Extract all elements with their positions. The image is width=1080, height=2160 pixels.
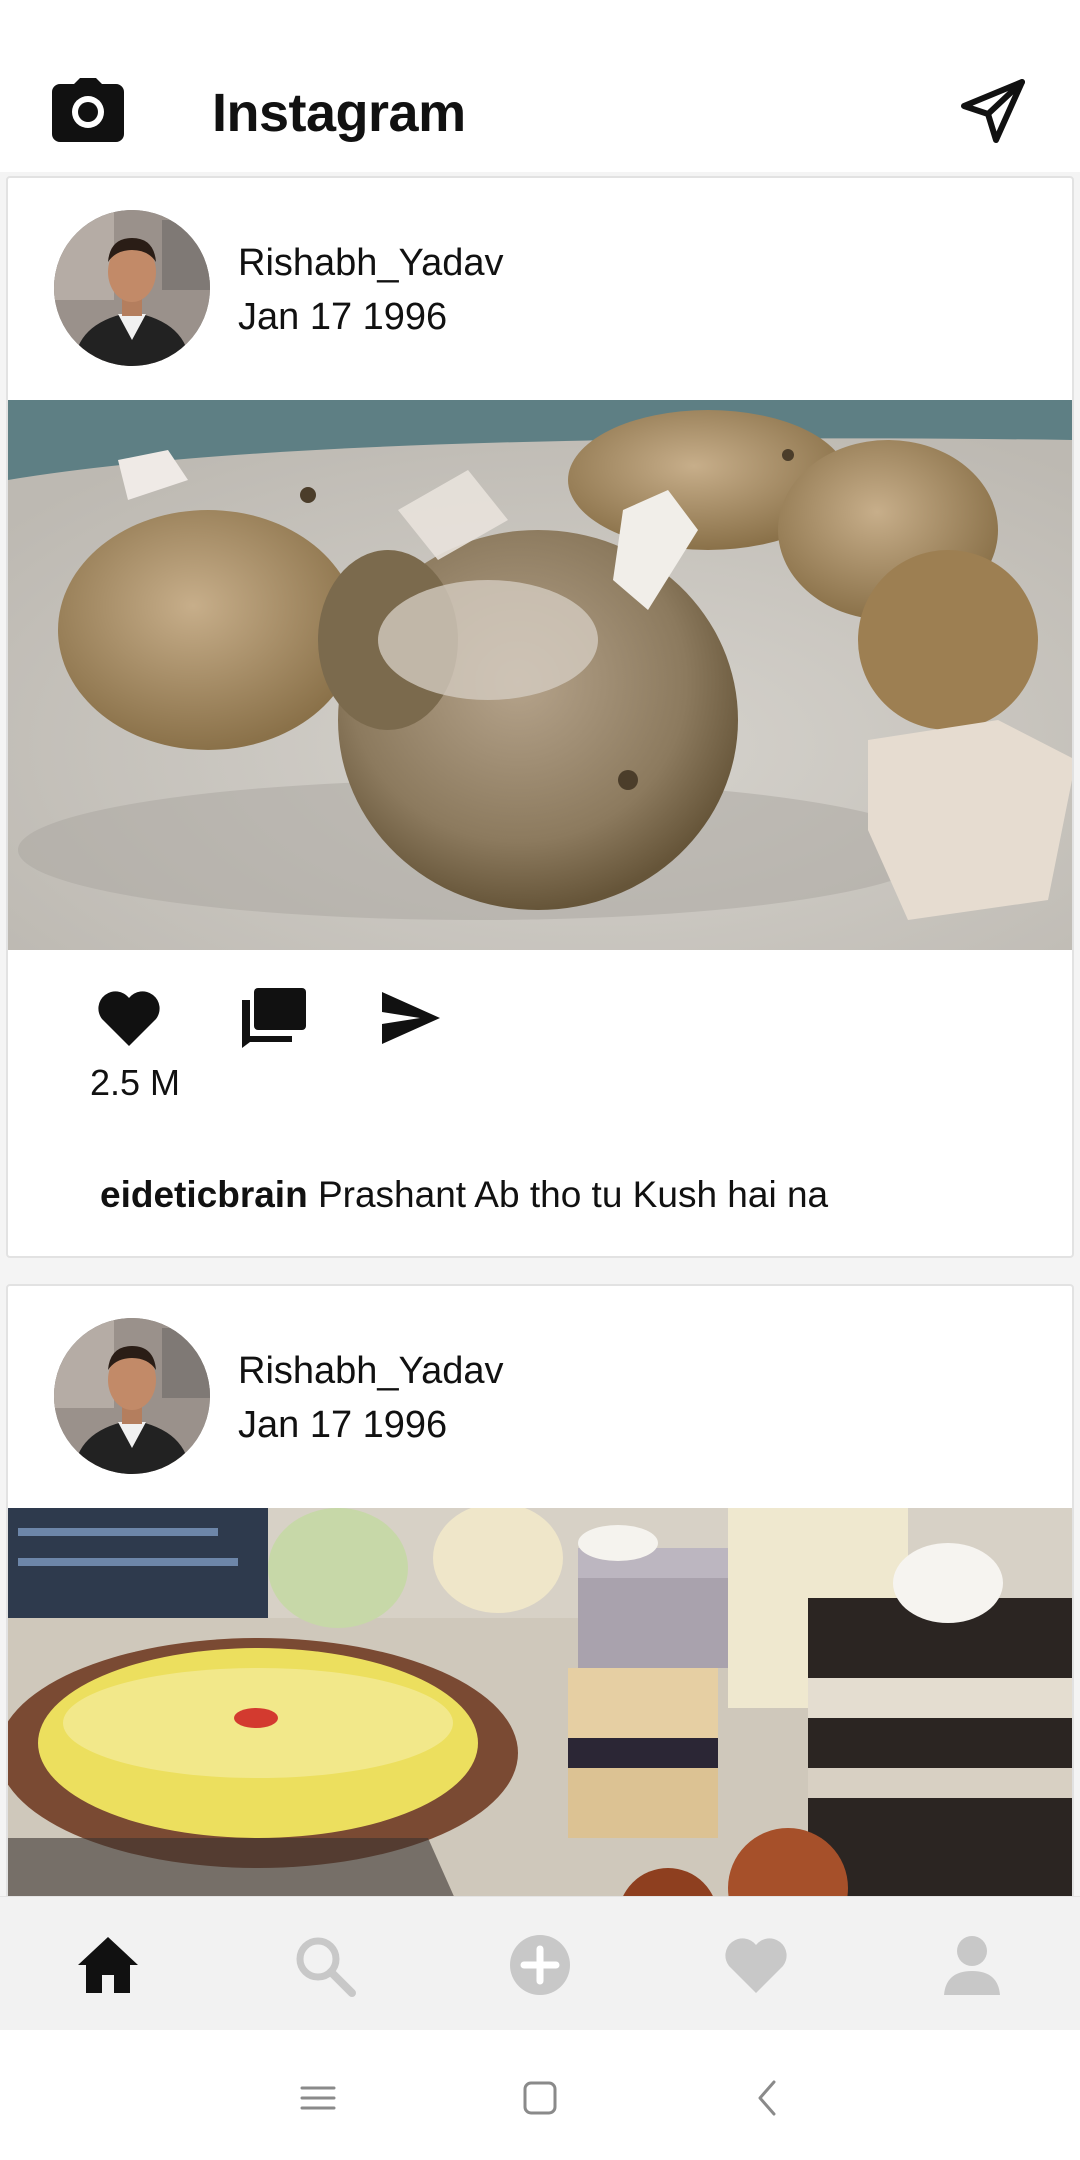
like-count: 2.5 M (90, 1062, 181, 1103)
post-header: Rishabh_Yadav Jan 17 1996 (8, 178, 1072, 398)
post-image[interactable] (8, 400, 1072, 950)
comment-icon[interactable] (240, 988, 306, 1048)
top-app-bar: Instagram (0, 0, 1080, 172)
like-heart-icon[interactable] (96, 988, 162, 1048)
home-square-icon[interactable] (516, 2074, 564, 2122)
search-icon[interactable] (286, 1927, 362, 2003)
post-date: Jan 17 1996 (238, 1404, 448, 1446)
app-title: Instagram (212, 83, 466, 143)
camera-icon[interactable] (52, 78, 124, 142)
post-header: Rishabh_Yadav Jan 17 1996 (8, 1286, 1072, 1506)
add-icon[interactable] (502, 1927, 578, 2003)
post-actions: 2.5 M (8, 950, 1072, 1130)
post-image[interactable] (8, 1508, 1072, 1896)
avatar[interactable] (54, 210, 210, 366)
heart-icon[interactable] (718, 1927, 794, 2003)
post-card: Rishabh_Yadav Jan 17 1996 (6, 176, 1074, 1258)
caption-text: Prashant Ab tho tu Kush hai na (307, 1174, 829, 1215)
menu-icon[interactable] (294, 2074, 342, 2122)
feed[interactable]: Rishabh_Yadav Jan 17 1996 2.5 M eideticb… (0, 172, 1080, 1896)
username[interactable]: Rishabh_Yadav (238, 242, 503, 285)
instagram-screen: Instagram Rishabh_Yadav Jan 17 1996 2.5 … (0, 0, 1080, 2160)
bottom-nav (0, 1896, 1080, 2030)
home-icon[interactable] (70, 1927, 146, 2003)
post-caption: eideticbrain Prashant Ab tho tu Kush hai… (100, 1174, 828, 1216)
username[interactable]: Rishabh_Yadav (238, 1350, 503, 1393)
paper-plane-icon[interactable] (958, 76, 1028, 146)
profile-icon[interactable] (934, 1927, 1010, 2003)
system-nav-bar (0, 2030, 1080, 2160)
back-icon[interactable] (744, 2074, 792, 2122)
post-date: Jan 17 1996 (238, 296, 448, 338)
avatar[interactable] (54, 1318, 210, 1474)
post-card: Rishabh_Yadav Jan 17 1996 (6, 1284, 1074, 1896)
caption-username[interactable]: eideticbrain (100, 1174, 308, 1215)
share-icon[interactable] (380, 990, 442, 1046)
